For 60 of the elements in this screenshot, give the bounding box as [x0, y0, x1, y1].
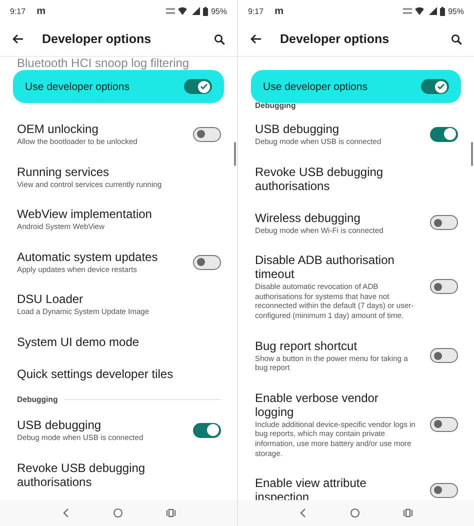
- setting-title[interactable]: Automatic system updates: [17, 250, 183, 264]
- setting-title[interactable]: OEM unlocking: [17, 122, 183, 136]
- setting-title: Bluetooth HCI snoop log filtering: [16, 57, 190, 69]
- home-icon[interactable]: [112, 508, 122, 518]
- master-toggle-card[interactable]: Use developer options: [13, 70, 224, 103]
- toggle-switch[interactable]: [193, 422, 221, 438]
- toggle-switch[interactable]: [184, 79, 212, 94]
- recents-icon[interactable]: [402, 508, 413, 518]
- page-title: Developer options: [280, 32, 390, 46]
- master-toggle-label: Use developer options: [25, 80, 130, 92]
- recents-icon[interactable]: [166, 508, 176, 518]
- scrollbar: [234, 142, 236, 166]
- home-icon[interactable]: [350, 508, 360, 518]
- status-time: 9:17: [10, 6, 26, 16]
- page-title: Developer options: [42, 32, 152, 46]
- notification-icon: m: [36, 6, 46, 16]
- status-time: 9:17: [248, 6, 264, 16]
- back-arrow-icon[interactable]: [250, 34, 262, 44]
- signal-icon: [190, 7, 200, 15]
- battery-icon: [440, 6, 445, 16]
- battery-percent: 95%: [448, 6, 464, 16]
- signal-icon: [426, 7, 437, 15]
- search-icon[interactable]: [214, 34, 225, 44]
- back-arrow-icon[interactable]: [12, 34, 24, 44]
- setting-title[interactable]: Running services: [17, 164, 221, 179]
- wifi-icon: [414, 7, 424, 15]
- toggle-switch[interactable]: [430, 482, 458, 498]
- toggle-switch[interactable]: [430, 416, 458, 432]
- master-toggle-label: Use developer options: [263, 80, 368, 92]
- check-icon: [200, 83, 208, 90]
- setting-title[interactable]: DSU Loader: [17, 292, 221, 306]
- notification-icon: m: [274, 6, 284, 16]
- toggle-switch[interactable]: [193, 254, 221, 270]
- setting-title[interactable]: Revoke USB debugging authorisations: [255, 164, 458, 193]
- toggle-switch[interactable]: [430, 126, 458, 142]
- setting-title[interactable]: Enable verbose vendor logging: [255, 390, 420, 419]
- battery-icon: [202, 6, 208, 16]
- setting-title[interactable]: USB debugging: [17, 418, 183, 432]
- setting-title[interactable]: WebView implementation: [17, 207, 221, 222]
- setting-title[interactable]: Disable ADB authorisation timeout: [255, 253, 420, 282]
- setting-title[interactable]: Wireless debugging: [255, 210, 420, 225]
- setting-title[interactable]: USB debugging: [255, 122, 420, 136]
- setting-title[interactable]: Bug report shortcut: [255, 338, 420, 353]
- back-icon[interactable]: [299, 508, 308, 518]
- wifi-icon: [178, 7, 187, 15]
- check-icon: [437, 83, 445, 90]
- setting-title[interactable]: Revoke USB debugging authorisations: [17, 460, 221, 489]
- toggle-switch[interactable]: [430, 215, 458, 230]
- battery-percent: 95%: [210, 6, 227, 16]
- setting-title[interactable]: Enable view attribute inspection: [255, 476, 420, 504]
- scrollbar: [471, 142, 473, 166]
- toggle-switch[interactable]: [430, 279, 458, 294]
- back-icon[interactable]: [62, 508, 70, 518]
- toggle-switch[interactable]: [421, 79, 449, 94]
- master-toggle-card[interactable]: Use developer options: [251, 70, 461, 103]
- toggle-switch[interactable]: [430, 348, 458, 364]
- setting-title[interactable]: Quick settings developer tiles: [17, 366, 221, 381]
- setting-title[interactable]: System UI demo mode: [17, 334, 221, 349]
- search-icon[interactable]: [451, 34, 462, 44]
- toggle-switch[interactable]: [193, 126, 221, 142]
